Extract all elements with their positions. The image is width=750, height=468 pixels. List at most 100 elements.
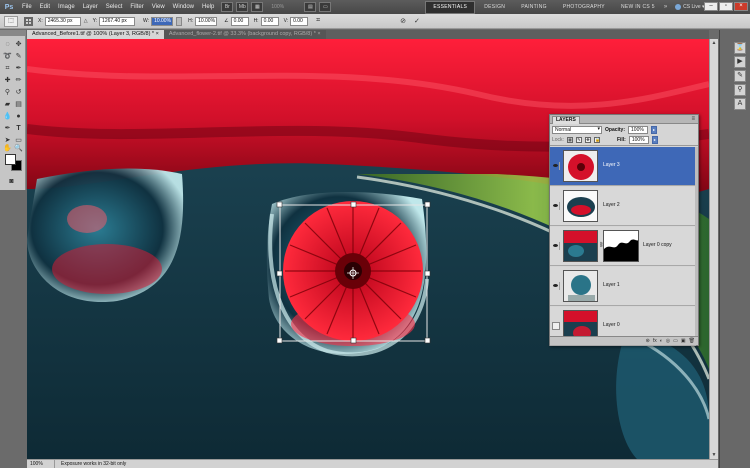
layer-mask-thumbnail[interactable] bbox=[603, 230, 639, 262]
layer-thumbnail[interactable] bbox=[563, 230, 598, 262]
fill-input[interactable]: 100% bbox=[628, 136, 649, 144]
fill-slider-button[interactable]: ▸ bbox=[651, 136, 658, 144]
blur-tool-icon[interactable]: 💧 bbox=[2, 111, 13, 122]
workspace-painting[interactable]: PAINTING bbox=[514, 2, 554, 13]
tab-close-icon[interactable]: × bbox=[156, 31, 159, 37]
view-extras-button[interactable]: ▦ bbox=[251, 2, 264, 12]
workspace-new-in-cs5[interactable]: NEW IN CS 5 bbox=[614, 2, 662, 13]
menu-view[interactable]: View bbox=[148, 0, 169, 14]
panel-menu-icon[interactable]: ≡ bbox=[691, 116, 695, 122]
marquee-tool-icon[interactable]: ◌ bbox=[2, 39, 13, 50]
reference-point-grid[interactable] bbox=[24, 16, 33, 26]
eraser-tool-icon[interactable]: ▰ bbox=[2, 99, 13, 110]
layer-thumbnail[interactable] bbox=[563, 270, 598, 302]
brush-tool-icon[interactable]: ✏ bbox=[13, 75, 24, 86]
tab-close-icon[interactable]: × bbox=[317, 31, 320, 37]
menu-file[interactable]: File bbox=[18, 0, 36, 14]
warp-mode-icon[interactable]: ⌗ bbox=[316, 17, 320, 25]
scroll-down-icon[interactable]: ▼ bbox=[711, 452, 717, 458]
x-position-input[interactable]: 2465.30 px bbox=[44, 16, 81, 26]
layer-row-layer-1[interactable]: Layer 1 bbox=[550, 267, 696, 306]
menu-image[interactable]: Image bbox=[54, 0, 79, 14]
visibility-toggle-empty[interactable] bbox=[552, 322, 560, 330]
layer-name[interactable]: Layer 0 bbox=[603, 322, 620, 328]
quick-mask-icon[interactable]: ◙ bbox=[6, 176, 17, 187]
tool-preset-picker[interactable]: ⬚ bbox=[4, 15, 18, 27]
lasso-tool-icon[interactable]: ➰ bbox=[2, 51, 13, 62]
zoom-tool-icon[interactable]: 🔍 bbox=[13, 143, 24, 154]
layers-scrollbar[interactable] bbox=[695, 147, 698, 337]
healing-brush-tool-icon[interactable]: ✚ bbox=[2, 75, 13, 86]
menu-window[interactable]: Window bbox=[169, 0, 198, 14]
eyedropper-tool-icon[interactable]: ✒ bbox=[13, 63, 24, 74]
add-mask-icon[interactable]: ◐ bbox=[660, 338, 663, 344]
menu-select[interactable]: Select bbox=[102, 0, 127, 14]
layer-row-layer-0-copy[interactable]: ⛓ Layer 0 copy bbox=[550, 227, 696, 266]
quick-select-tool-icon[interactable]: ✎ bbox=[13, 51, 24, 62]
menu-filter[interactable]: Filter bbox=[126, 0, 147, 14]
layers-panel-header[interactable]: LAYERS ≡ bbox=[550, 115, 698, 124]
gradient-tool-icon[interactable]: ▤ bbox=[13, 99, 24, 110]
layer-name[interactable]: Layer 1 bbox=[603, 282, 620, 288]
horizontal-skew-input[interactable]: 0.00 bbox=[260, 16, 279, 26]
close-button[interactable]: × bbox=[734, 2, 748, 11]
y-position-input[interactable]: 1267.40 px bbox=[99, 16, 136, 26]
foreground-color-swatch[interactable] bbox=[5, 154, 16, 165]
layer-name[interactable]: Layer 3 bbox=[603, 162, 620, 168]
history-panel-icon[interactable]: ⌛ bbox=[734, 42, 746, 54]
delete-layer-icon[interactable]: 🗑 bbox=[689, 338, 695, 344]
layer-name[interactable]: Layer 2 bbox=[603, 202, 620, 208]
crop-tool-icon[interactable]: ⌗ bbox=[2, 63, 13, 74]
rotation-input[interactable]: 0.00 bbox=[230, 16, 249, 26]
maximize-button[interactable]: ▫ bbox=[719, 2, 733, 11]
screen-mode-button[interactable]: ▭ bbox=[319, 2, 332, 12]
menu-edit[interactable]: Edit bbox=[36, 0, 54, 14]
clone-source-panel-icon[interactable]: ⚲ bbox=[734, 84, 746, 96]
menu-help[interactable]: Help bbox=[198, 0, 218, 14]
workspace-design[interactable]: DESIGN bbox=[477, 2, 512, 13]
layer-style-icon[interactable]: fx bbox=[653, 338, 657, 344]
dodge-tool-icon[interactable]: ● bbox=[13, 111, 24, 122]
zoom-level-select[interactable]: 100% bbox=[271, 4, 301, 10]
vertical-skew-input[interactable]: 0.00 bbox=[290, 16, 309, 26]
layer-thumbnail[interactable] bbox=[563, 190, 598, 222]
visibility-eye-icon[interactable] bbox=[552, 162, 560, 170]
type-tool-icon[interactable]: T bbox=[13, 123, 24, 134]
arrange-documents-button[interactable]: ▤ bbox=[304, 2, 317, 12]
lock-image-icon[interactable]: ✎ bbox=[575, 137, 582, 143]
tools-panel-grip[interactable] bbox=[0, 30, 25, 36]
new-group-icon[interactable]: ▭ bbox=[673, 338, 678, 344]
actions-panel-icon[interactable]: ▶ bbox=[734, 56, 746, 68]
opacity-input[interactable]: 100% bbox=[628, 125, 649, 134]
hand-tool-icon[interactable]: ✋ bbox=[2, 143, 13, 154]
layer-name[interactable]: Layer 0 copy bbox=[643, 242, 672, 248]
visibility-eye-icon[interactable] bbox=[552, 282, 560, 290]
opacity-slider-button[interactable]: ▸ bbox=[651, 125, 658, 134]
workspace-more-button[interactable]: » bbox=[664, 4, 667, 10]
minimize-button[interactable]: – bbox=[704, 2, 718, 11]
launch-bridge-button[interactable]: Br bbox=[221, 2, 234, 12]
maintain-aspect-ratio-icon[interactable] bbox=[176, 16, 183, 26]
new-layer-icon[interactable]: ▣ bbox=[681, 338, 686, 344]
commit-transform-icon[interactable]: ✓ bbox=[414, 17, 420, 25]
lock-position-icon[interactable]: ✥ bbox=[584, 137, 591, 143]
status-zoom[interactable]: 100% bbox=[27, 460, 55, 468]
layer-thumbnail[interactable] bbox=[563, 150, 598, 182]
visibility-eye-icon[interactable] bbox=[552, 242, 560, 250]
tab-layers[interactable]: LAYERS bbox=[552, 116, 580, 124]
width-input[interactable]: 10.00% bbox=[151, 16, 174, 26]
blend-mode-select[interactable]: Normal bbox=[552, 125, 602, 134]
scroll-up-icon[interactable]: ▲ bbox=[711, 40, 717, 46]
relative-position-icon[interactable]: △ bbox=[84, 18, 88, 24]
cancel-transform-icon[interactable]: ⊘ bbox=[400, 17, 406, 25]
tab-document-2[interactable]: Advanced_flower-2.tif @ 33.3% (backgroun… bbox=[163, 30, 326, 39]
brush-panel-icon[interactable]: ✎ bbox=[734, 70, 746, 82]
adjustment-layer-icon[interactable]: ◎ bbox=[666, 338, 670, 344]
menu-layer[interactable]: Layer bbox=[79, 0, 102, 14]
workspace-photography[interactable]: PHOTOGRAPHY bbox=[556, 2, 612, 13]
history-brush-tool-icon[interactable]: ↺ bbox=[13, 87, 24, 98]
link-layers-icon[interactable]: ⊛ bbox=[646, 338, 650, 344]
move-tool-icon[interactable]: ✥ bbox=[13, 39, 24, 50]
canvas-vertical-scrollbar[interactable]: ▲ ▼ bbox=[709, 39, 718, 459]
clone-stamp-tool-icon[interactable]: ⚲ bbox=[2, 87, 13, 98]
